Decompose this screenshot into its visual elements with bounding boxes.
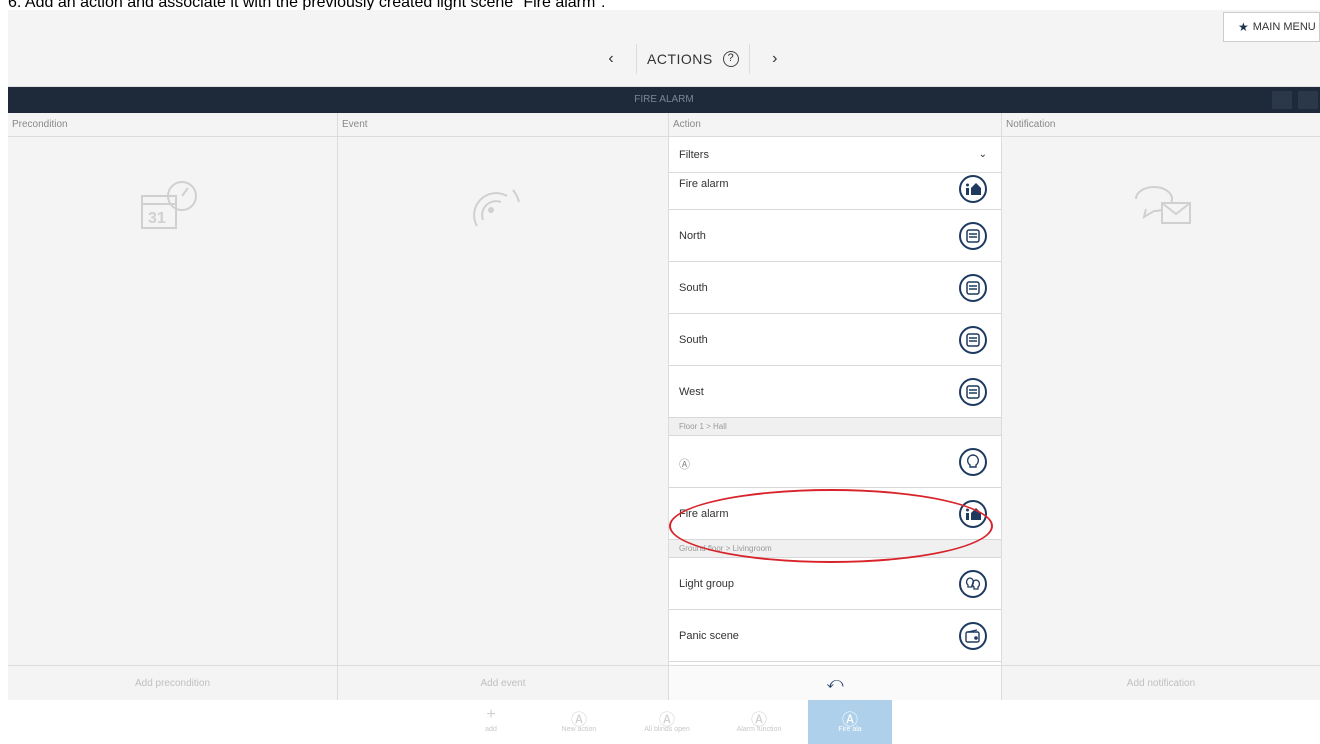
fire-alarm-scene-icon bbox=[959, 175, 987, 203]
list-item-label: Light group bbox=[679, 578, 735, 590]
light-bulb-icon bbox=[959, 448, 987, 476]
list-item[interactable]: Ⓐ bbox=[669, 436, 1001, 488]
page-title: ACTIONS bbox=[647, 51, 713, 67]
back-arrow-icon: ⤺ bbox=[826, 675, 844, 692]
message-envelope-icon bbox=[1135, 186, 1191, 224]
action-icon: Ⓐ bbox=[841, 712, 858, 729]
filters-label: Filters bbox=[679, 149, 709, 161]
filters-dropdown[interactable]: Filters ⌄ bbox=[669, 137, 1001, 173]
chevron-down-icon: ⌄ bbox=[978, 149, 987, 160]
list-item-label: Ⓐ bbox=[679, 459, 690, 471]
tool-label: New action bbox=[561, 726, 597, 733]
help-icon[interactable]: ? bbox=[722, 51, 739, 67]
bar-button-icon[interactable] bbox=[1272, 91, 1292, 109]
list-item-label: Panic scene bbox=[679, 630, 739, 642]
list-item[interactable]: West bbox=[669, 366, 1001, 418]
alarm-function-button[interactable]: Ⓐ Alarm function bbox=[717, 700, 801, 744]
list-item[interactable]: Panic scene bbox=[669, 610, 1001, 662]
list-item[interactable]: South bbox=[669, 262, 1001, 314]
precondition-column: Precondition 31 Add precondition bbox=[8, 113, 338, 700]
fire-alarm-action-button[interactable]: Ⓐ Fire ala bbox=[808, 700, 892, 744]
group-header: Ground floor > Livingroom bbox=[669, 540, 1001, 558]
divider bbox=[748, 44, 750, 74]
light-group-icon bbox=[959, 570, 987, 598]
event-column: Event Add event bbox=[338, 113, 669, 700]
fire-alarm-scene-icon bbox=[959, 500, 987, 528]
action-list: Fire alarm North South South West Floor … bbox=[669, 173, 1001, 665]
list-item-label: Fire alarm bbox=[679, 178, 729, 190]
bar-button-icon[interactable] bbox=[1298, 91, 1318, 109]
plus-icon: + bbox=[486, 706, 496, 723]
signal-icon bbox=[473, 189, 520, 227]
list-item-fire-alarm[interactable]: Fire alarm bbox=[669, 488, 1001, 540]
tool-label: Alarm function bbox=[736, 726, 782, 733]
list-item-label: West bbox=[679, 386, 704, 398]
svg-text:31: 31 bbox=[148, 210, 166, 227]
all-blinds-open-button[interactable]: Ⓐ All blinds open bbox=[625, 700, 709, 744]
add-notification-button[interactable]: Add notification bbox=[1002, 665, 1320, 700]
actions-columns: Precondition 31 Add precondition Event A… bbox=[8, 113, 1320, 700]
tool-label: add bbox=[485, 726, 497, 733]
blind-icon bbox=[959, 378, 987, 406]
chevron-left-icon[interactable]: ‹ bbox=[596, 50, 626, 68]
main-menu-button[interactable]: ★ MAIN MENU bbox=[1223, 12, 1320, 42]
list-item-label: South bbox=[679, 334, 708, 346]
bottom-toolbar: + add Ⓐ New action Ⓐ All blinds open Ⓐ A… bbox=[8, 700, 1320, 744]
list-item[interactable]: North bbox=[669, 210, 1001, 262]
add-precondition-button[interactable]: Add precondition bbox=[8, 665, 337, 700]
tool-label: All blinds open bbox=[644, 726, 690, 733]
action-icon: Ⓐ bbox=[750, 712, 767, 729]
blind-icon bbox=[959, 274, 987, 302]
list-item-label: Fire alarm bbox=[679, 508, 729, 520]
page-navigation: ‹ ACTIONS ? › bbox=[596, 38, 790, 80]
top-bar: ‹ ACTIONS ? › bbox=[8, 10, 1320, 87]
list-item-label: South bbox=[679, 282, 708, 294]
notification-header: Notification bbox=[1002, 113, 1320, 137]
calendar-clock-icon: 31 bbox=[141, 181, 197, 229]
list-item[interactable]: Light group bbox=[669, 558, 1001, 610]
blind-icon bbox=[959, 326, 987, 354]
add-button[interactable]: + add bbox=[449, 700, 533, 744]
tool-label: Fire ala bbox=[838, 726, 862, 733]
list-item[interactable]: South bbox=[669, 314, 1001, 366]
back-arrow-button[interactable]: ⤺ bbox=[669, 665, 1001, 700]
scene-title: FIRE ALARM bbox=[634, 94, 694, 105]
action-column: Action Filters ⌄ Fire alarm North South bbox=[669, 113, 1002, 700]
blind-icon bbox=[959, 222, 987, 250]
add-event-button[interactable]: Add event bbox=[338, 665, 668, 700]
event-header: Event bbox=[338, 113, 668, 137]
scene-title-bar: FIRE ALARM bbox=[8, 87, 1320, 113]
main-menu-label: MAIN MENU bbox=[1252, 21, 1316, 33]
list-item-label: North bbox=[679, 230, 706, 242]
precondition-header: Precondition bbox=[8, 113, 337, 137]
new-action-button[interactable]: Ⓐ New action bbox=[537, 700, 621, 744]
divider bbox=[636, 44, 637, 74]
group-header: Floor 1 > Hall bbox=[669, 418, 1001, 436]
action-icon: Ⓐ bbox=[570, 712, 587, 729]
action-icon: Ⓐ bbox=[658, 712, 675, 729]
star-icon: ★ bbox=[1238, 20, 1249, 34]
panic-scene-icon bbox=[959, 622, 987, 650]
notification-column: Notification Add notification bbox=[1002, 113, 1320, 700]
list-item[interactable]: Fire alarm bbox=[669, 173, 1001, 210]
action-header: Action bbox=[669, 113, 1001, 137]
chevron-right-icon[interactable]: › bbox=[760, 50, 790, 68]
